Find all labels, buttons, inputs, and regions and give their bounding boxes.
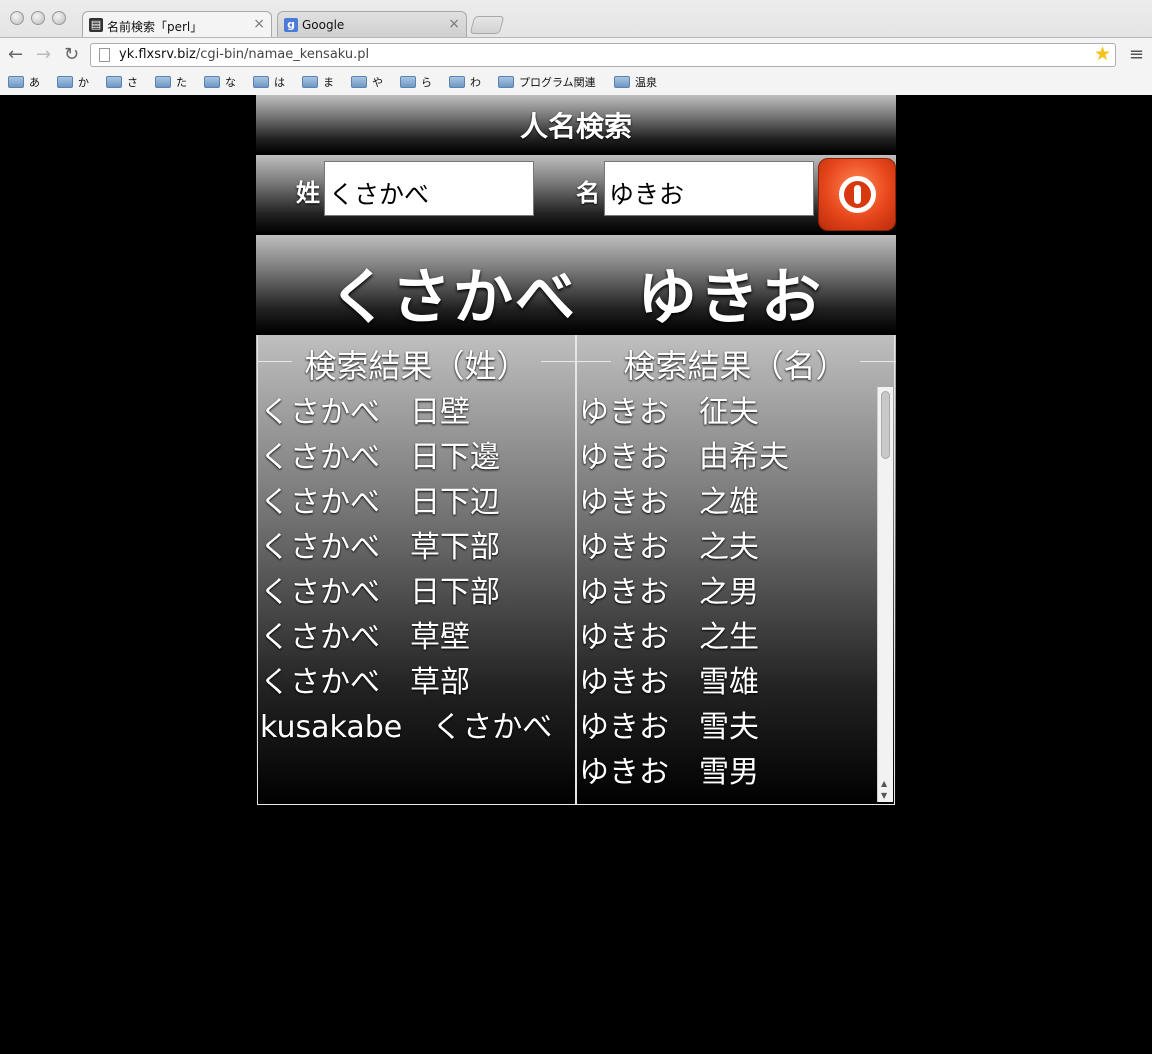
bookmark-folder[interactable]: ま — [302, 74, 334, 90]
list-item[interactable]: ゆきお 之生 — [579, 615, 874, 660]
folder-icon — [449, 76, 465, 88]
given-name-results-panel: 検索結果（名） ゆきお 征夫 ゆきお 由希夫 ゆきお 之雄 ゆきお 之夫 ゆきお 之男ゆ… — [576, 335, 896, 805]
tab-close-icon[interactable]: × — [448, 16, 460, 32]
list-item[interactable]: ゆきお 之男 — [579, 570, 874, 615]
google-icon: g — [284, 18, 298, 32]
folder-icon — [302, 76, 318, 88]
search-form: 姓 名 — [256, 155, 896, 233]
power-icon-bar — [854, 185, 861, 204]
address-bar[interactable]: yk.flxsrv.biz/cgi-bin/namae_kensaku.pl ★ — [90, 43, 1116, 67]
result-given-name: ゆきお — [637, 263, 823, 333]
bookmark-folder[interactable]: 温泉 — [614, 74, 657, 90]
tab-google[interactable]: g Google × — [277, 11, 467, 37]
given-name-results-title: 検索結果（名） — [623, 347, 848, 385]
list-item[interactable]: くさかべ 草部 — [260, 660, 573, 705]
url-host: yk.flxsrv.biz — [119, 47, 196, 62]
toolbar: ← → ↻ yk.flxsrv.biz/cgi-bin/namae_kensak… — [0, 37, 1152, 71]
list-item[interactable]: くさかべ 日壁 — [260, 390, 573, 435]
surname-input[interactable] — [324, 161, 534, 216]
folder-icon — [204, 76, 220, 88]
list-item[interactable]: くさかべ 日下辺 — [260, 480, 573, 525]
list-item[interactable]: ゆきお 之雄 — [579, 480, 874, 525]
list-item[interactable]: ゆきお 征夫 — [579, 390, 874, 435]
bookmark-folder[interactable]: や — [351, 74, 383, 90]
forward-icon[interactable]: → — [36, 44, 51, 65]
surname-results-list[interactable]: くさかべ 日壁 くさかべ 日下邊 くさかべ 日下辺 くさかべ 草下部 くさかべ 日下部く… — [260, 390, 573, 804]
page-title: 人名検索 — [256, 95, 896, 153]
bookmark-folder[interactable]: わ — [449, 74, 481, 90]
list-item[interactable]: ゆきお 雪雄 — [579, 660, 874, 705]
folder-icon — [614, 76, 630, 88]
surname-label: 姓 — [296, 179, 320, 207]
bookmarks-bar: あ か さ た な は ま や ら わ プログラム関連 温泉 — [0, 71, 1152, 95]
tab-namae-kensaku[interactable]: ▤ 名前検索「perl」 × — [82, 11, 272, 37]
list-item[interactable]: くさかべ 草下部 — [260, 525, 573, 570]
tab-title: 名前検索「perl」 — [107, 20, 203, 34]
list-item[interactable]: くさかべ 日下邊 — [260, 435, 573, 480]
list-item[interactable]: kusakabe くさかべ — [260, 705, 573, 750]
list-item[interactable]: ゆきお 雪夫 — [579, 705, 874, 750]
given-results-scrollbar[interactable]: ▲ ▼ — [877, 387, 893, 802]
bookmark-folder[interactable]: あ — [8, 74, 40, 90]
scroll-down-icon[interactable]: ▼ — [881, 791, 887, 800]
new-tab-button[interactable] — [469, 16, 505, 34]
bookmark-folder[interactable]: プログラム関連 — [498, 74, 596, 90]
given-name-input[interactable] — [604, 161, 814, 216]
page-icon: ▤ — [89, 18, 103, 32]
result-surname: くさかべ — [329, 263, 577, 333]
browser-chrome: ▤ 名前検索「perl」 × g Google × ← → ↻ yk.flxsr… — [0, 0, 1152, 95]
menu-icon[interactable]: ≡ — [1129, 44, 1144, 65]
folder-icon — [155, 76, 171, 88]
folder-icon — [253, 76, 269, 88]
bookmark-star-icon[interactable]: ★ — [1094, 43, 1111, 65]
tab-title: Google — [302, 18, 345, 32]
surname-results-title: 検索結果（姓） — [304, 347, 529, 385]
bookmark-folder[interactable]: な — [204, 74, 236, 90]
reload-icon[interactable]: ↻ — [64, 44, 79, 65]
folder-icon — [57, 76, 73, 88]
given-name-results-list[interactable]: ゆきお 征夫 ゆきお 由希夫 ゆきお 之雄 ゆきお 之夫 ゆきお 之男 ゆきお 之生 ゆきお… — [579, 390, 874, 804]
url-path: /cgi-bin/namae_kensaku.pl — [195, 47, 370, 62]
folder-icon — [498, 76, 514, 88]
back-icon[interactable]: ← — [8, 44, 23, 65]
search-button[interactable] — [818, 158, 896, 231]
list-item[interactable]: ゆきお 由希夫 — [579, 435, 874, 480]
bookmark-folder[interactable]: ら — [400, 74, 432, 90]
results-area: 検索結果（姓） くさかべ 日壁 くさかべ 日下邊 くさかべ 日下辺 くさかべ 草下部く… — [256, 335, 896, 807]
bookmark-folder[interactable]: た — [155, 74, 187, 90]
list-item[interactable]: ゆきお 雪男 — [579, 750, 874, 795]
scroll-up-icon[interactable]: ▲ — [881, 779, 887, 788]
folder-icon — [106, 76, 122, 88]
folder-icon — [351, 76, 367, 88]
given-name-label: 名 — [576, 179, 600, 207]
surname-results-panel: 検索結果（姓） くさかべ 日壁 くさかべ 日下邊 くさかべ 日下辺 くさかべ 草下部く… — [257, 335, 577, 805]
search-result-name: くさかべ ゆきお — [256, 235, 896, 333]
bookmark-folder[interactable]: か — [57, 74, 89, 90]
window-minimize-button[interactable] — [31, 11, 45, 25]
list-item[interactable]: ゆきお 之夫 — [579, 525, 874, 570]
folder-icon — [400, 76, 416, 88]
scrollbar-thumb[interactable] — [881, 391, 890, 459]
folder-icon — [8, 76, 24, 88]
window-zoom-button[interactable] — [52, 11, 66, 25]
tab-close-icon[interactable]: × — [253, 16, 265, 32]
page-icon — [99, 48, 110, 62]
name-search-app: 人名検索 姓 名 くさかべゆきお 検索結果（姓） くさかべ 日壁くさかべ 日下邊… — [256, 95, 896, 807]
bookmark-folder[interactable]: さ — [106, 74, 138, 90]
window-close-button[interactable] — [10, 11, 24, 25]
list-item[interactable]: くさかべ 日下部 — [260, 570, 573, 615]
bookmark-folder[interactable]: は — [253, 74, 285, 90]
list-item[interactable]: くさかべ 草壁 — [260, 615, 573, 660]
